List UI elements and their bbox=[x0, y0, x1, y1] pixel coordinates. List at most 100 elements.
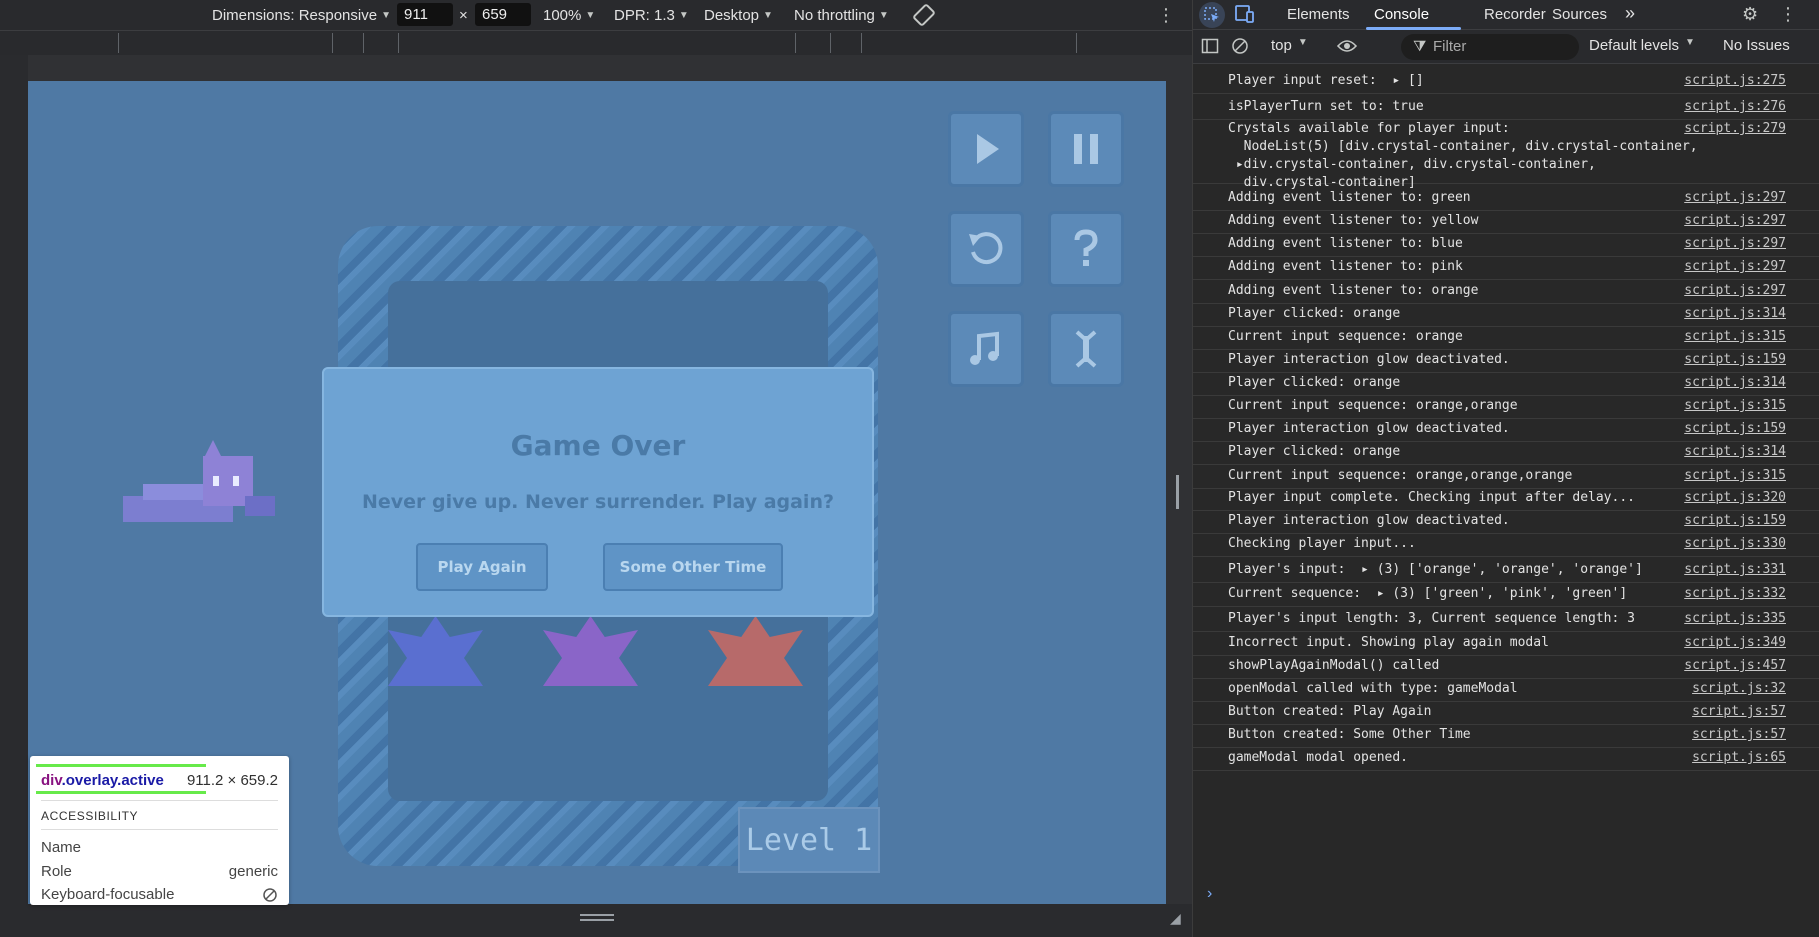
source-link[interactable]: script.js:314 bbox=[1684, 374, 1786, 392]
width-input[interactable]: 911 bbox=[397, 3, 453, 26]
help-button[interactable] bbox=[1048, 211, 1124, 287]
zoom-dropdown[interactable]: 100% ▼ bbox=[543, 7, 595, 24]
issues-count[interactable]: No Issues bbox=[1723, 37, 1790, 54]
music-button[interactable] bbox=[948, 311, 1024, 387]
restart-button[interactable] bbox=[948, 211, 1024, 287]
console-message: Current sequence: ▸ (3) ['green', 'pink'… bbox=[1228, 586, 1628, 601]
console-line: gameModal modal opened. script.js:65 bbox=[1193, 749, 1819, 771]
level-indicator: Level 1 bbox=[738, 807, 880, 873]
pause-button[interactable] bbox=[1048, 111, 1124, 187]
source-link[interactable]: script.js:276 bbox=[1684, 98, 1786, 116]
source-link[interactable]: script.js:314 bbox=[1684, 443, 1786, 461]
eye-icon[interactable] bbox=[1336, 36, 1358, 56]
source-link[interactable]: script.js:159 bbox=[1684, 420, 1786, 438]
source-link[interactable]: script.js:275 bbox=[1684, 72, 1786, 90]
dimensions-label: Dimensions: Responsive bbox=[212, 6, 378, 24]
source-link[interactable]: script.js:330 bbox=[1684, 535, 1786, 553]
rotate-icon[interactable] bbox=[912, 3, 936, 27]
device-label: Desktop bbox=[704, 6, 760, 24]
source-link[interactable]: script.js:331 bbox=[1684, 561, 1786, 579]
source-link[interactable]: script.js:297 bbox=[1684, 258, 1786, 276]
modal-message: Never give up. Never surrender. Play aga… bbox=[362, 491, 834, 513]
times-sign: × bbox=[459, 6, 468, 24]
inspect-element-icon[interactable] bbox=[1199, 2, 1225, 28]
resize-handle-right[interactable] bbox=[1176, 475, 1179, 509]
dpr-dropdown[interactable]: DPR: 1.3 ▼ bbox=[614, 7, 689, 24]
tooltip-highlight-bar bbox=[36, 764, 206, 767]
console-line: Crystals available for player input: Nod… bbox=[1193, 120, 1819, 190]
source-link[interactable]: script.js:65 bbox=[1692, 749, 1786, 767]
tooltip-row-name: Name bbox=[41, 839, 82, 856]
tooltip-row-role: Role generic bbox=[41, 863, 278, 880]
tab-elements[interactable]: Elements bbox=[1287, 6, 1350, 23]
source-link[interactable]: script.js:332 bbox=[1684, 585, 1786, 603]
console-message: Player input reset: ▸ [] bbox=[1228, 73, 1424, 88]
source-link[interactable]: script.js:349 bbox=[1684, 634, 1786, 652]
chevron-down-icon: ▼ bbox=[678, 9, 689, 21]
source-link[interactable]: script.js:159 bbox=[1684, 351, 1786, 369]
sidebar-toggle-icon[interactable] bbox=[1201, 37, 1219, 55]
more-options-icon[interactable]: ⋮ bbox=[1779, 4, 1797, 25]
source-link[interactable]: script.js:297 bbox=[1684, 235, 1786, 253]
gear-icon[interactable]: ⚙ bbox=[1742, 4, 1758, 25]
device-dropdown[interactable]: Desktop ▼ bbox=[704, 7, 773, 24]
console-message: Button created: Play Again bbox=[1228, 704, 1432, 719]
clear-console-icon[interactable] bbox=[1231, 37, 1249, 55]
play-again-button[interactable]: Play Again bbox=[416, 543, 548, 591]
console-line: Button created: Play Again script.js:57 bbox=[1193, 703, 1819, 725]
throttling-dropdown[interactable]: No throttling ▼ bbox=[794, 7, 889, 24]
source-link[interactable]: script.js:159 bbox=[1684, 512, 1786, 530]
console-message: Current input sequence: orange bbox=[1228, 329, 1463, 344]
source-link[interactable]: script.js:315 bbox=[1684, 397, 1786, 415]
game-over-modal: Game Over Never give up. Never surrender… bbox=[322, 367, 874, 617]
console-line: Player interaction glow deactivated. scri… bbox=[1193, 351, 1819, 373]
console-message: Player's input length: 3, Current sequen… bbox=[1228, 611, 1635, 626]
console-line: Adding event listener to: yellow script.j… bbox=[1193, 212, 1819, 234]
modal-title: Game Over bbox=[510, 429, 686, 462]
height-input[interactable]: 659 bbox=[475, 3, 531, 26]
source-link[interactable]: script.js:57 bbox=[1692, 703, 1786, 721]
source-link[interactable]: script.js:297 bbox=[1684, 282, 1786, 300]
tab-recorder[interactable]: Recorder bbox=[1484, 6, 1546, 23]
source-link[interactable]: script.js:320 bbox=[1684, 489, 1786, 507]
play-button[interactable] bbox=[948, 111, 1024, 187]
console-message: Adding event listener to: yellow bbox=[1228, 213, 1479, 228]
source-link[interactable]: script.js:57 bbox=[1692, 726, 1786, 744]
source-link[interactable]: script.js:297 bbox=[1684, 212, 1786, 230]
tab-console[interactable]: Console bbox=[1374, 6, 1429, 23]
console-line: Incorrect input. Showing play again moda… bbox=[1193, 634, 1819, 656]
console-line: Adding event listener to: pink script.js:… bbox=[1193, 258, 1819, 280]
more-tabs-icon[interactable]: » bbox=[1625, 3, 1635, 24]
chevron-down-icon: ▼ bbox=[878, 9, 889, 21]
source-link[interactable]: script.js:297 bbox=[1684, 189, 1786, 207]
source-link[interactable]: script.js:314 bbox=[1684, 305, 1786, 323]
log-levels-dropdown[interactable]: Default levels ▼ bbox=[1589, 37, 1695, 54]
context-dropdown[interactable]: top ▼ bbox=[1271, 37, 1308, 54]
more-options-icon[interactable]: ⋮ bbox=[1157, 5, 1175, 26]
device-toggle-icon[interactable] bbox=[1233, 4, 1255, 24]
source-link[interactable]: script.js:32 bbox=[1692, 680, 1786, 698]
console-message: Button created: Some Other Time bbox=[1228, 727, 1471, 742]
cat-character bbox=[123, 440, 275, 522]
source-link[interactable]: script.js:315 bbox=[1684, 467, 1786, 485]
console-message: Crystals available for player input: Nod… bbox=[1228, 121, 1698, 190]
source-link[interactable]: script.js:457 bbox=[1684, 657, 1786, 675]
console-message: Adding event listener to: green bbox=[1228, 190, 1471, 205]
filter-input[interactable]: ⧩ Filter bbox=[1401, 34, 1579, 60]
resize-handle-bottom[interactable] bbox=[580, 914, 614, 916]
console-line: Current input sequence: orange,orange,or… bbox=[1193, 467, 1819, 489]
console-prompt-icon[interactable]: › bbox=[1207, 885, 1212, 903]
source-link[interactable]: script.js:335 bbox=[1684, 610, 1786, 628]
tab-sources[interactable]: Sources bbox=[1552, 6, 1607, 23]
some-other-time-button[interactable]: Some Other Time bbox=[603, 543, 783, 591]
context-label: top bbox=[1271, 37, 1292, 54]
throttling-label: No throttling bbox=[794, 6, 875, 24]
dpr-label: DPR: 1.3 bbox=[614, 6, 675, 24]
source-link[interactable]: script.js:315 bbox=[1684, 328, 1786, 346]
dimensions-dropdown[interactable]: Dimensions: Responsive ▼ bbox=[212, 7, 391, 24]
settings-button[interactable] bbox=[1048, 311, 1124, 387]
corner-resize-icon[interactable]: ◢ bbox=[1170, 910, 1181, 927]
console-line: Current input sequence: orange script.js:… bbox=[1193, 328, 1819, 350]
source-link[interactable]: script.js:279 bbox=[1684, 120, 1786, 138]
console-message: Current input sequence: orange,orange,or… bbox=[1228, 468, 1573, 483]
